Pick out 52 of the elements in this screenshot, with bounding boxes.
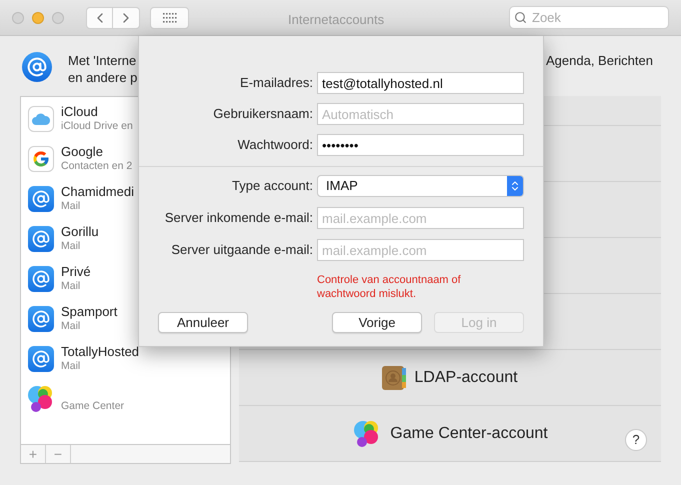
account-detail: Mail <box>61 279 82 294</box>
at-sign-icon <box>22 52 52 82</box>
chevron-icon <box>507 176 523 196</box>
account-detail: Game Center <box>61 399 124 414</box>
description-text: en andere p <box>68 69 138 86</box>
address-book-icon <box>382 366 406 390</box>
at-sign-icon <box>28 266 54 292</box>
cloud-icon <box>28 106 54 132</box>
input-field[interactable]: Automatisch <box>317 103 524 125</box>
account-item[interactable]: TotallyHosted Mail <box>21 339 230 379</box>
account-type-dropdown[interactable]: IMAP <box>317 175 524 197</box>
description-text: Met 'Interne <box>68 52 138 69</box>
dialog-button[interactable]: Vorige <box>332 312 422 333</box>
field-label: Server uitgaande e-mail: <box>170 241 314 260</box>
at-sign-icon <box>28 346 54 372</box>
account-detail: iCloud Drive en <box>61 119 133 134</box>
dialog-button[interactable]: Annuleer <box>158 312 248 333</box>
search-icon <box>514 11 527 24</box>
account-name: Chamidmedi <box>61 184 134 199</box>
account-name: iCloud <box>61 104 99 119</box>
search-field[interactable]: Zoek <box>509 6 669 29</box>
back-button[interactable] <box>86 6 113 28</box>
field-label: Server inkomende e-mail: <box>164 209 314 228</box>
input-field[interactable]: •••••••• <box>317 134 524 156</box>
account-name: Spamport <box>61 304 118 319</box>
error-message: Controle van accountnaam of wachtwoord mislukt. <box>317 273 462 301</box>
account-name: TotallyHosted <box>61 344 140 359</box>
input-field[interactable]: mail.example.com <box>317 239 524 261</box>
field-label: E-mailadres: <box>239 74 314 92</box>
account-detail: Mail <box>61 199 82 214</box>
account-detail: Mail <box>61 319 82 334</box>
window-title: Internetaccounts <box>288 11 384 29</box>
grid-icon <box>162 12 176 22</box>
account-name: Gorillu <box>61 224 99 239</box>
at-sign-icon <box>28 306 54 332</box>
google-g-icon <box>28 146 54 172</box>
field-label: Type account: <box>231 177 314 196</box>
account-name: Privé <box>61 264 91 279</box>
at-sign-icon <box>28 186 54 212</box>
account-detail: Mail <box>61 359 82 374</box>
description-text: Agenda, Berichten <box>546 52 653 69</box>
account-detail: Contacten en 2 <box>61 159 132 174</box>
input-field[interactable]: mail.example.com <box>317 207 524 229</box>
field-label: Gebruikersnaam: <box>212 105 314 124</box>
show-all-button[interactable] <box>150 6 189 28</box>
provider-button[interactable]: LDAP-account <box>239 350 661 406</box>
forward-button[interactable] <box>113 6 140 28</box>
field-label: Wachtwoord: <box>236 136 314 154</box>
input-field[interactable]: test@totallyhosted.nl <box>317 72 524 94</box>
at-sign-icon <box>28 226 54 252</box>
account-detail: Mail <box>61 239 82 254</box>
account-name: Google <box>61 144 104 159</box>
